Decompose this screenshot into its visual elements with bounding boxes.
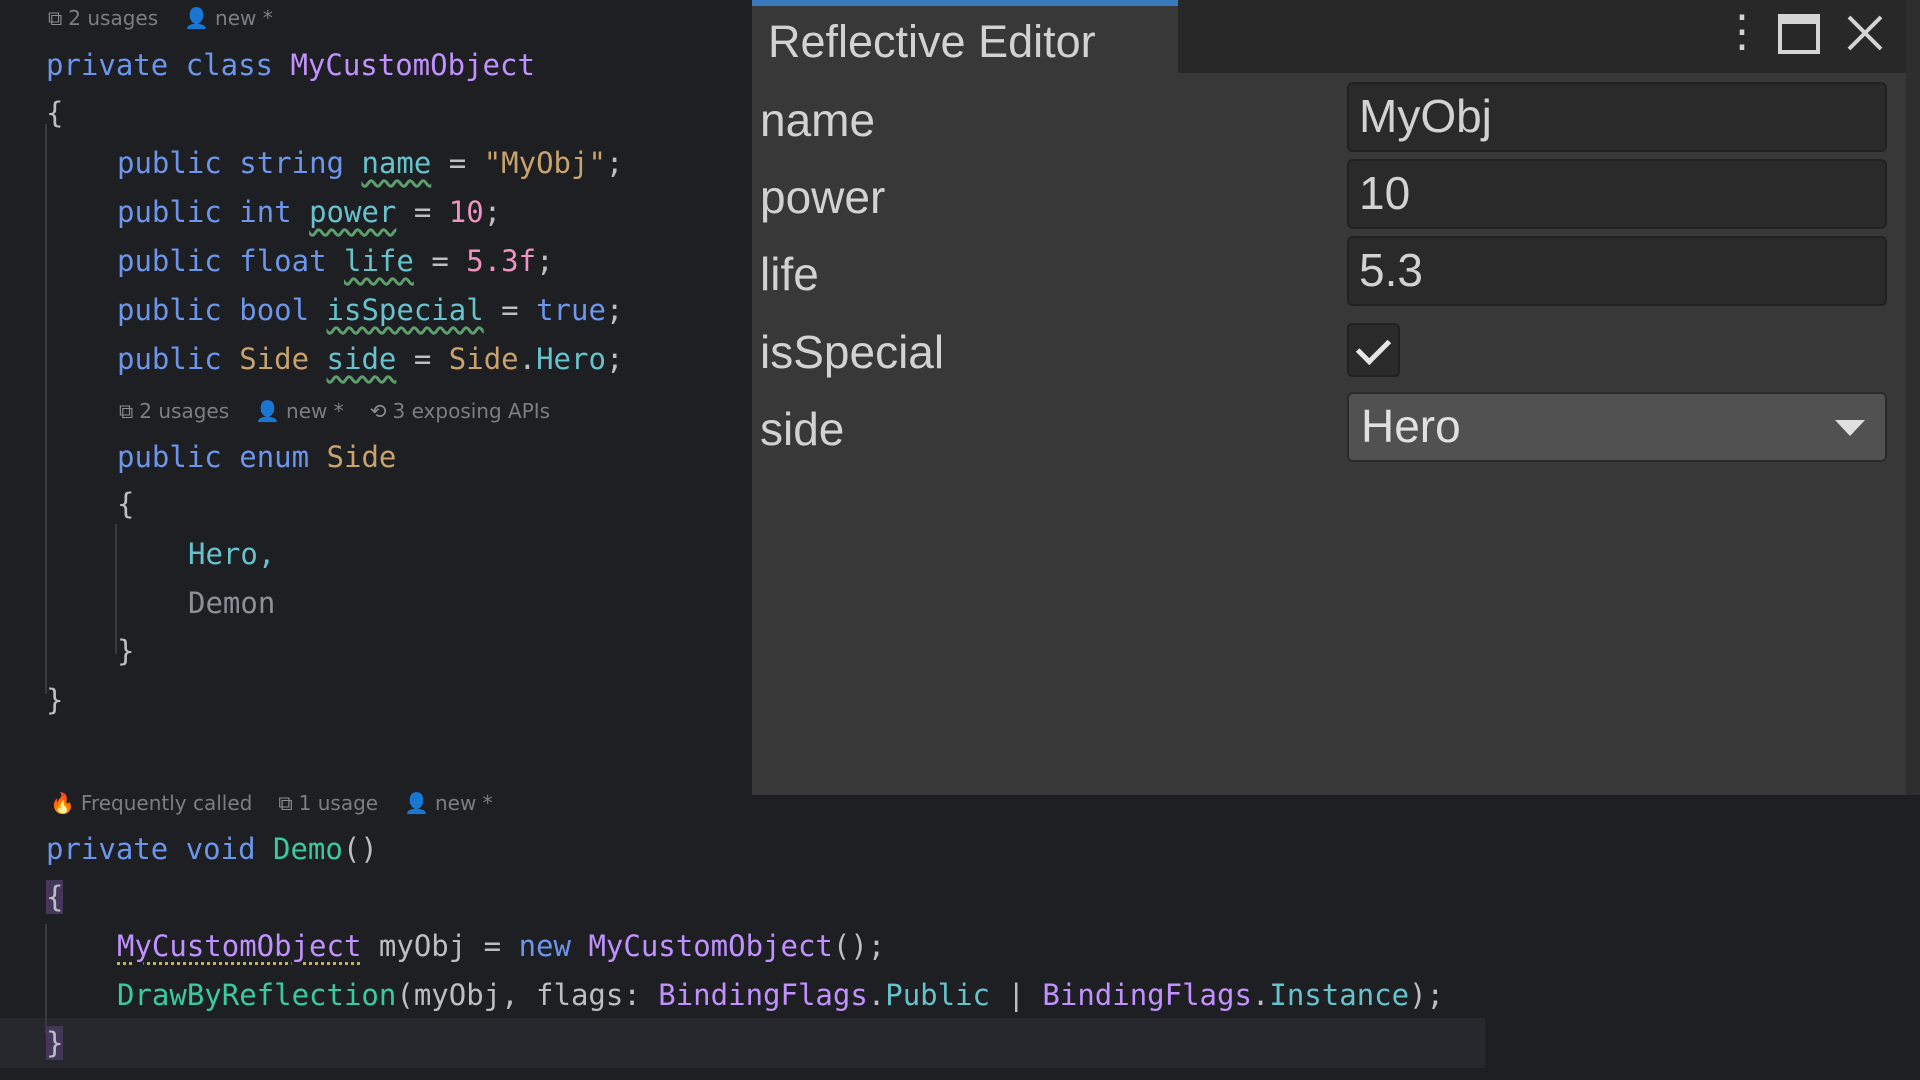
close-button[interactable] (1846, 14, 1886, 54)
code-line-method-decl[interactable]: private void Demo() (46, 825, 378, 874)
code-line-brace[interactable]: { (46, 89, 63, 138)
side-selected-value: Hero (1361, 400, 1461, 452)
code-line-class-decl[interactable]: private class MyCustomObject (46, 41, 535, 90)
code-line-brace[interactable]: { (117, 480, 134, 529)
prop-label-isspecial: isSpecial (760, 326, 945, 378)
prop-label-power: power (760, 171, 886, 223)
flame-icon: 🔥 (50, 791, 75, 815)
codelens-hint[interactable]: ⧉ 2 usages 👤 new * (48, 2, 299, 34)
name-field[interactable]: MyObj (1347, 82, 1887, 152)
code-line-field-life[interactable]: public float life = 5.3f; (117, 237, 554, 286)
checkmark-icon (1355, 329, 1392, 366)
author-icon: 👤 (255, 399, 281, 423)
chevron-down-icon (1835, 420, 1865, 436)
code-line-brace[interactable]: } (46, 1019, 64, 1068)
prop-label-side: side (760, 403, 845, 455)
exposing-apis-icon: ⟲ (369, 399, 387, 423)
codelens-hint[interactable]: ⧉ 2 usages 👤 new * ⟲ 3 exposing APIs (119, 395, 576, 427)
reflective-editor-window[interactable]: Reflective Editor ⋮ name MyObj power 10 … (752, 0, 1920, 795)
current-line-highlight (0, 1018, 1485, 1068)
code-line-enum-value[interactable]: Hero, (188, 530, 275, 579)
author-icon: 👤 (404, 791, 429, 815)
code-line-statement-call[interactable]: DrawByReflection(myObj, flags: BindingFl… (117, 971, 1444, 1020)
close-icon (1847, 15, 1883, 51)
code-line-enum-value[interactable]: Demon (188, 579, 275, 628)
indent-guide (45, 924, 47, 1034)
window-title: Reflective Editor (768, 16, 1096, 67)
author-icon: 👤 (184, 6, 210, 30)
window-edge (1906, 0, 1920, 795)
code-line-brace[interactable]: } (117, 627, 134, 676)
code-line-statement-new[interactable]: MyCustomObject myObj = new MyCustomObjec… (117, 922, 885, 971)
more-options-icon[interactable]: ⋮ (1720, 8, 1764, 56)
power-field[interactable]: 10 (1347, 159, 1887, 229)
isspecial-checkbox[interactable] (1347, 323, 1400, 377)
code-line-field-name[interactable]: public string name = "MyObj"; (117, 139, 623, 188)
indent-guide (45, 124, 47, 694)
maximize-icon (1778, 14, 1820, 54)
tab-reflective-editor[interactable]: Reflective Editor (752, 0, 1178, 73)
code-line-brace[interactable]: } (46, 676, 63, 725)
code-line-field-power[interactable]: public int power = 10; (117, 188, 501, 237)
prop-label-life: life (760, 248, 819, 300)
code-line-brace[interactable]: { (46, 873, 64, 922)
code-line-enum-decl[interactable]: public enum Side (117, 433, 396, 482)
usages-icon: ⧉ (119, 399, 134, 423)
maximize-button[interactable] (1778, 14, 1822, 54)
codelens-hint[interactable]: 🔥 Frequently called ⧉ 1 usage 👤 new * (50, 787, 519, 819)
prop-label-name: name (760, 94, 876, 146)
life-field[interactable]: 5.3 (1347, 236, 1887, 306)
code-line-field-side[interactable]: public Side side = Side.Hero; (117, 335, 623, 384)
side-dropdown[interactable]: Hero (1347, 392, 1887, 462)
usages-icon: ⧉ (48, 6, 63, 30)
code-line-field-isspecial[interactable]: public bool isSpecial = true; (117, 286, 623, 335)
usages-icon: ⧉ (278, 791, 293, 815)
